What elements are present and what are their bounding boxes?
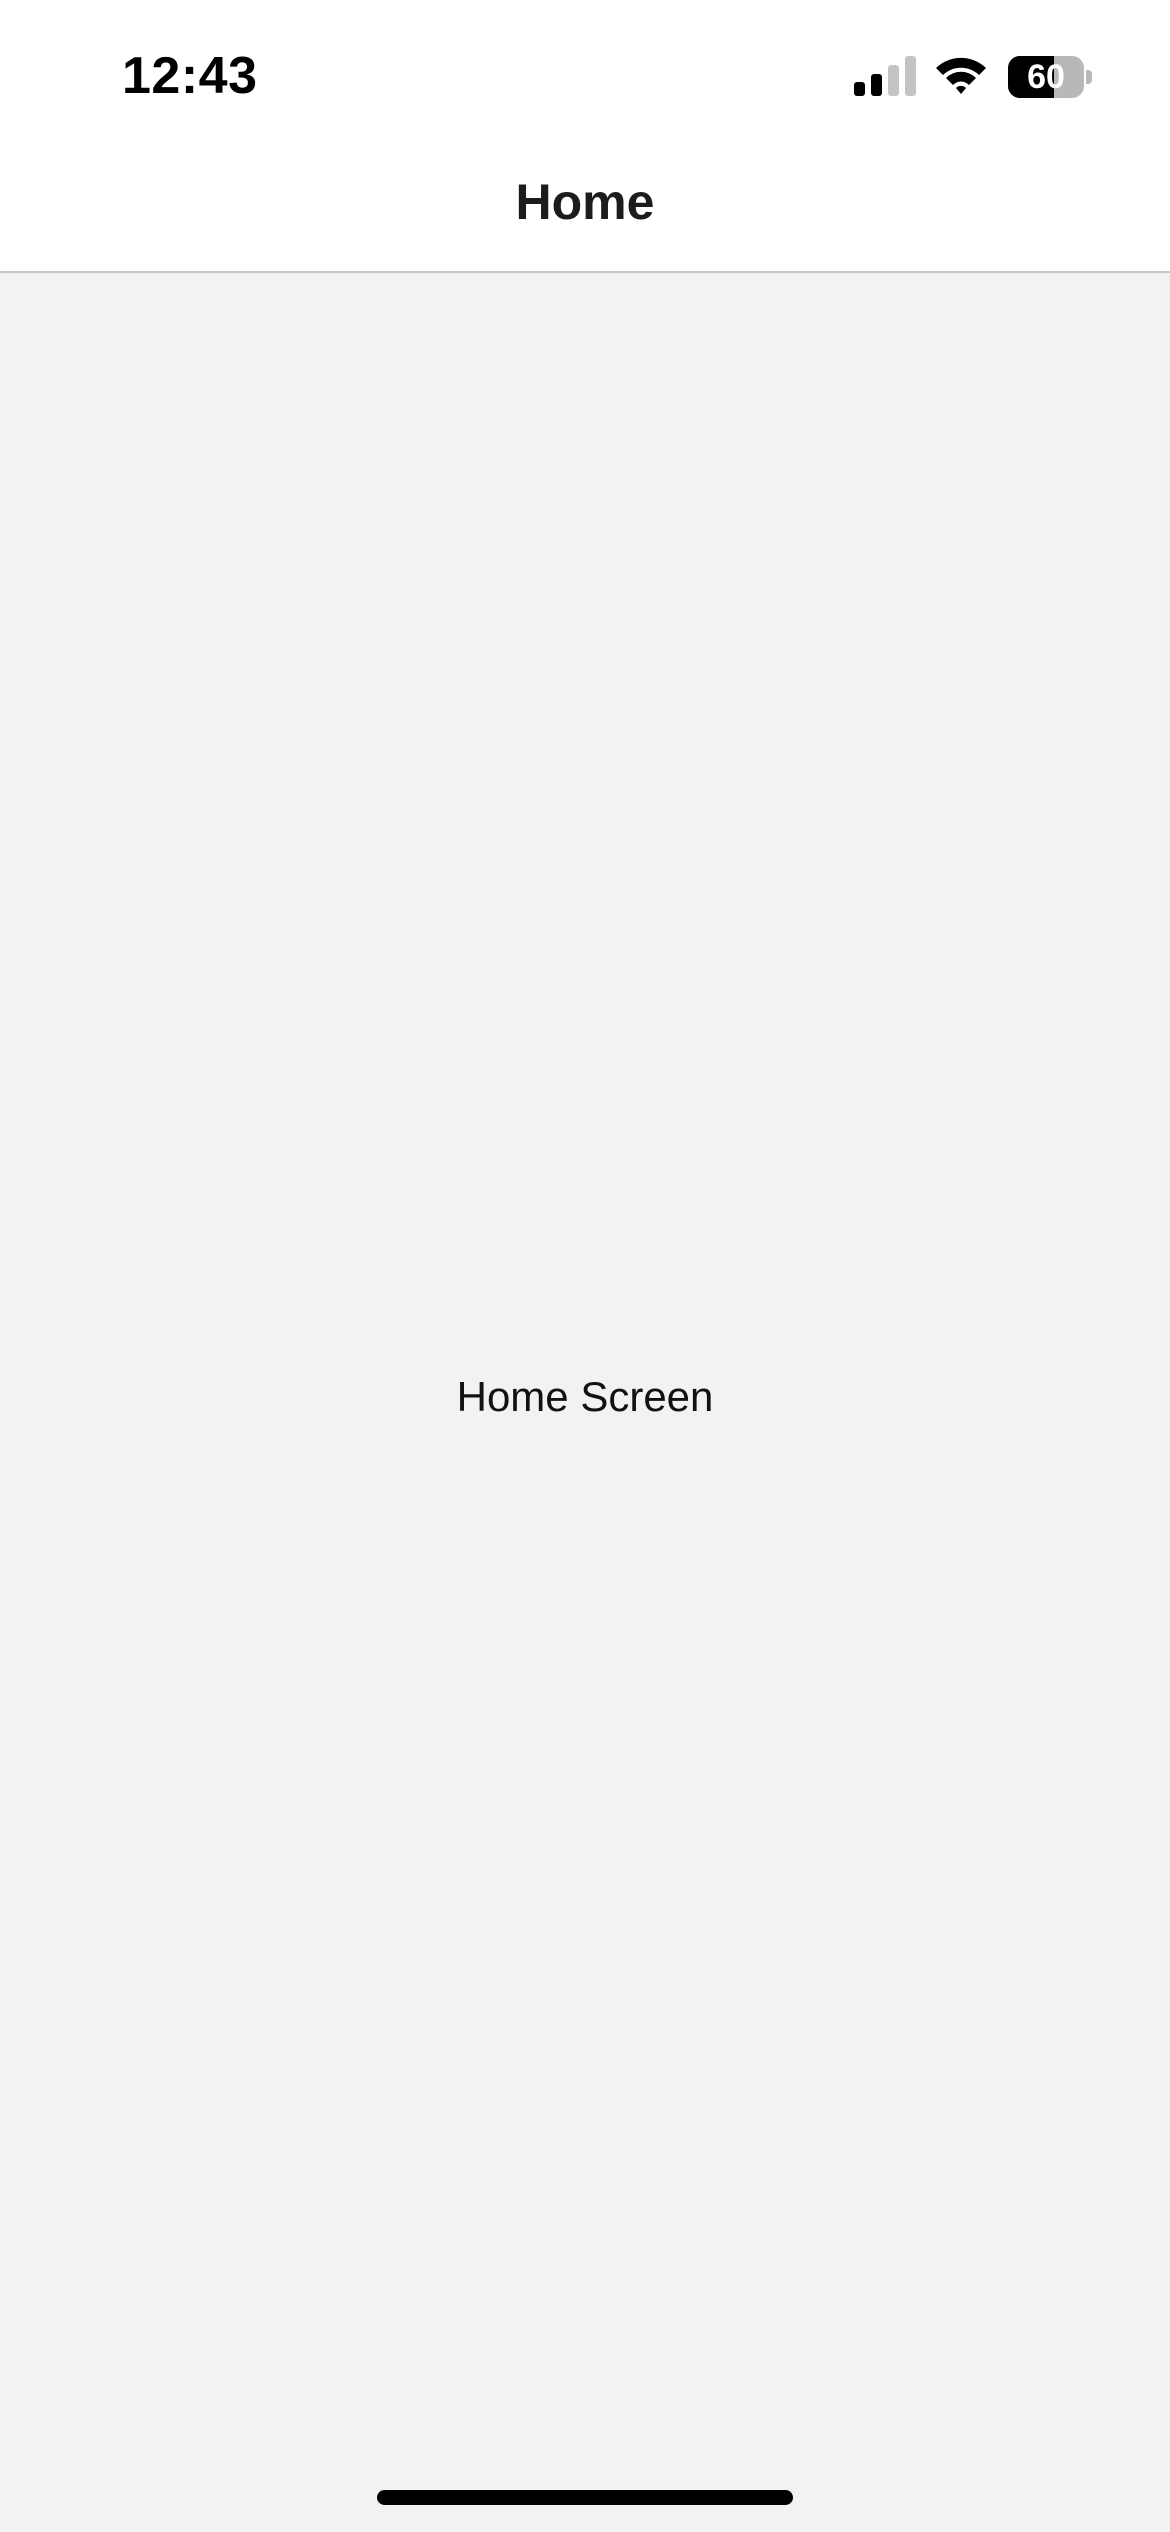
home-indicator[interactable]: [377, 2490, 793, 2505]
battery-percent: 60: [1027, 58, 1065, 96]
signal-bar-2: [871, 74, 882, 96]
battery-icon: 60: [1008, 56, 1092, 98]
navigation-bar: Home: [0, 150, 1170, 273]
app-screen: 12:43 60 Home Home Screen: [0, 0, 1170, 2532]
signal-bar-4: [905, 56, 916, 96]
signal-bar-1: [854, 82, 865, 96]
status-bar: 12:43 60: [0, 0, 1170, 150]
page-title: Home: [515, 174, 655, 230]
wifi-icon: [936, 57, 986, 94]
status-time: 12:43: [122, 47, 258, 105]
signal-bar-3: [888, 65, 899, 96]
cellular-signal-icon: [854, 56, 916, 96]
main-content: Home Screen: [0, 275, 1170, 2532]
battery-body: 60: [1008, 56, 1084, 98]
battery-cap: [1086, 70, 1092, 84]
home-screen-label: Home Screen: [456, 1373, 714, 1420]
